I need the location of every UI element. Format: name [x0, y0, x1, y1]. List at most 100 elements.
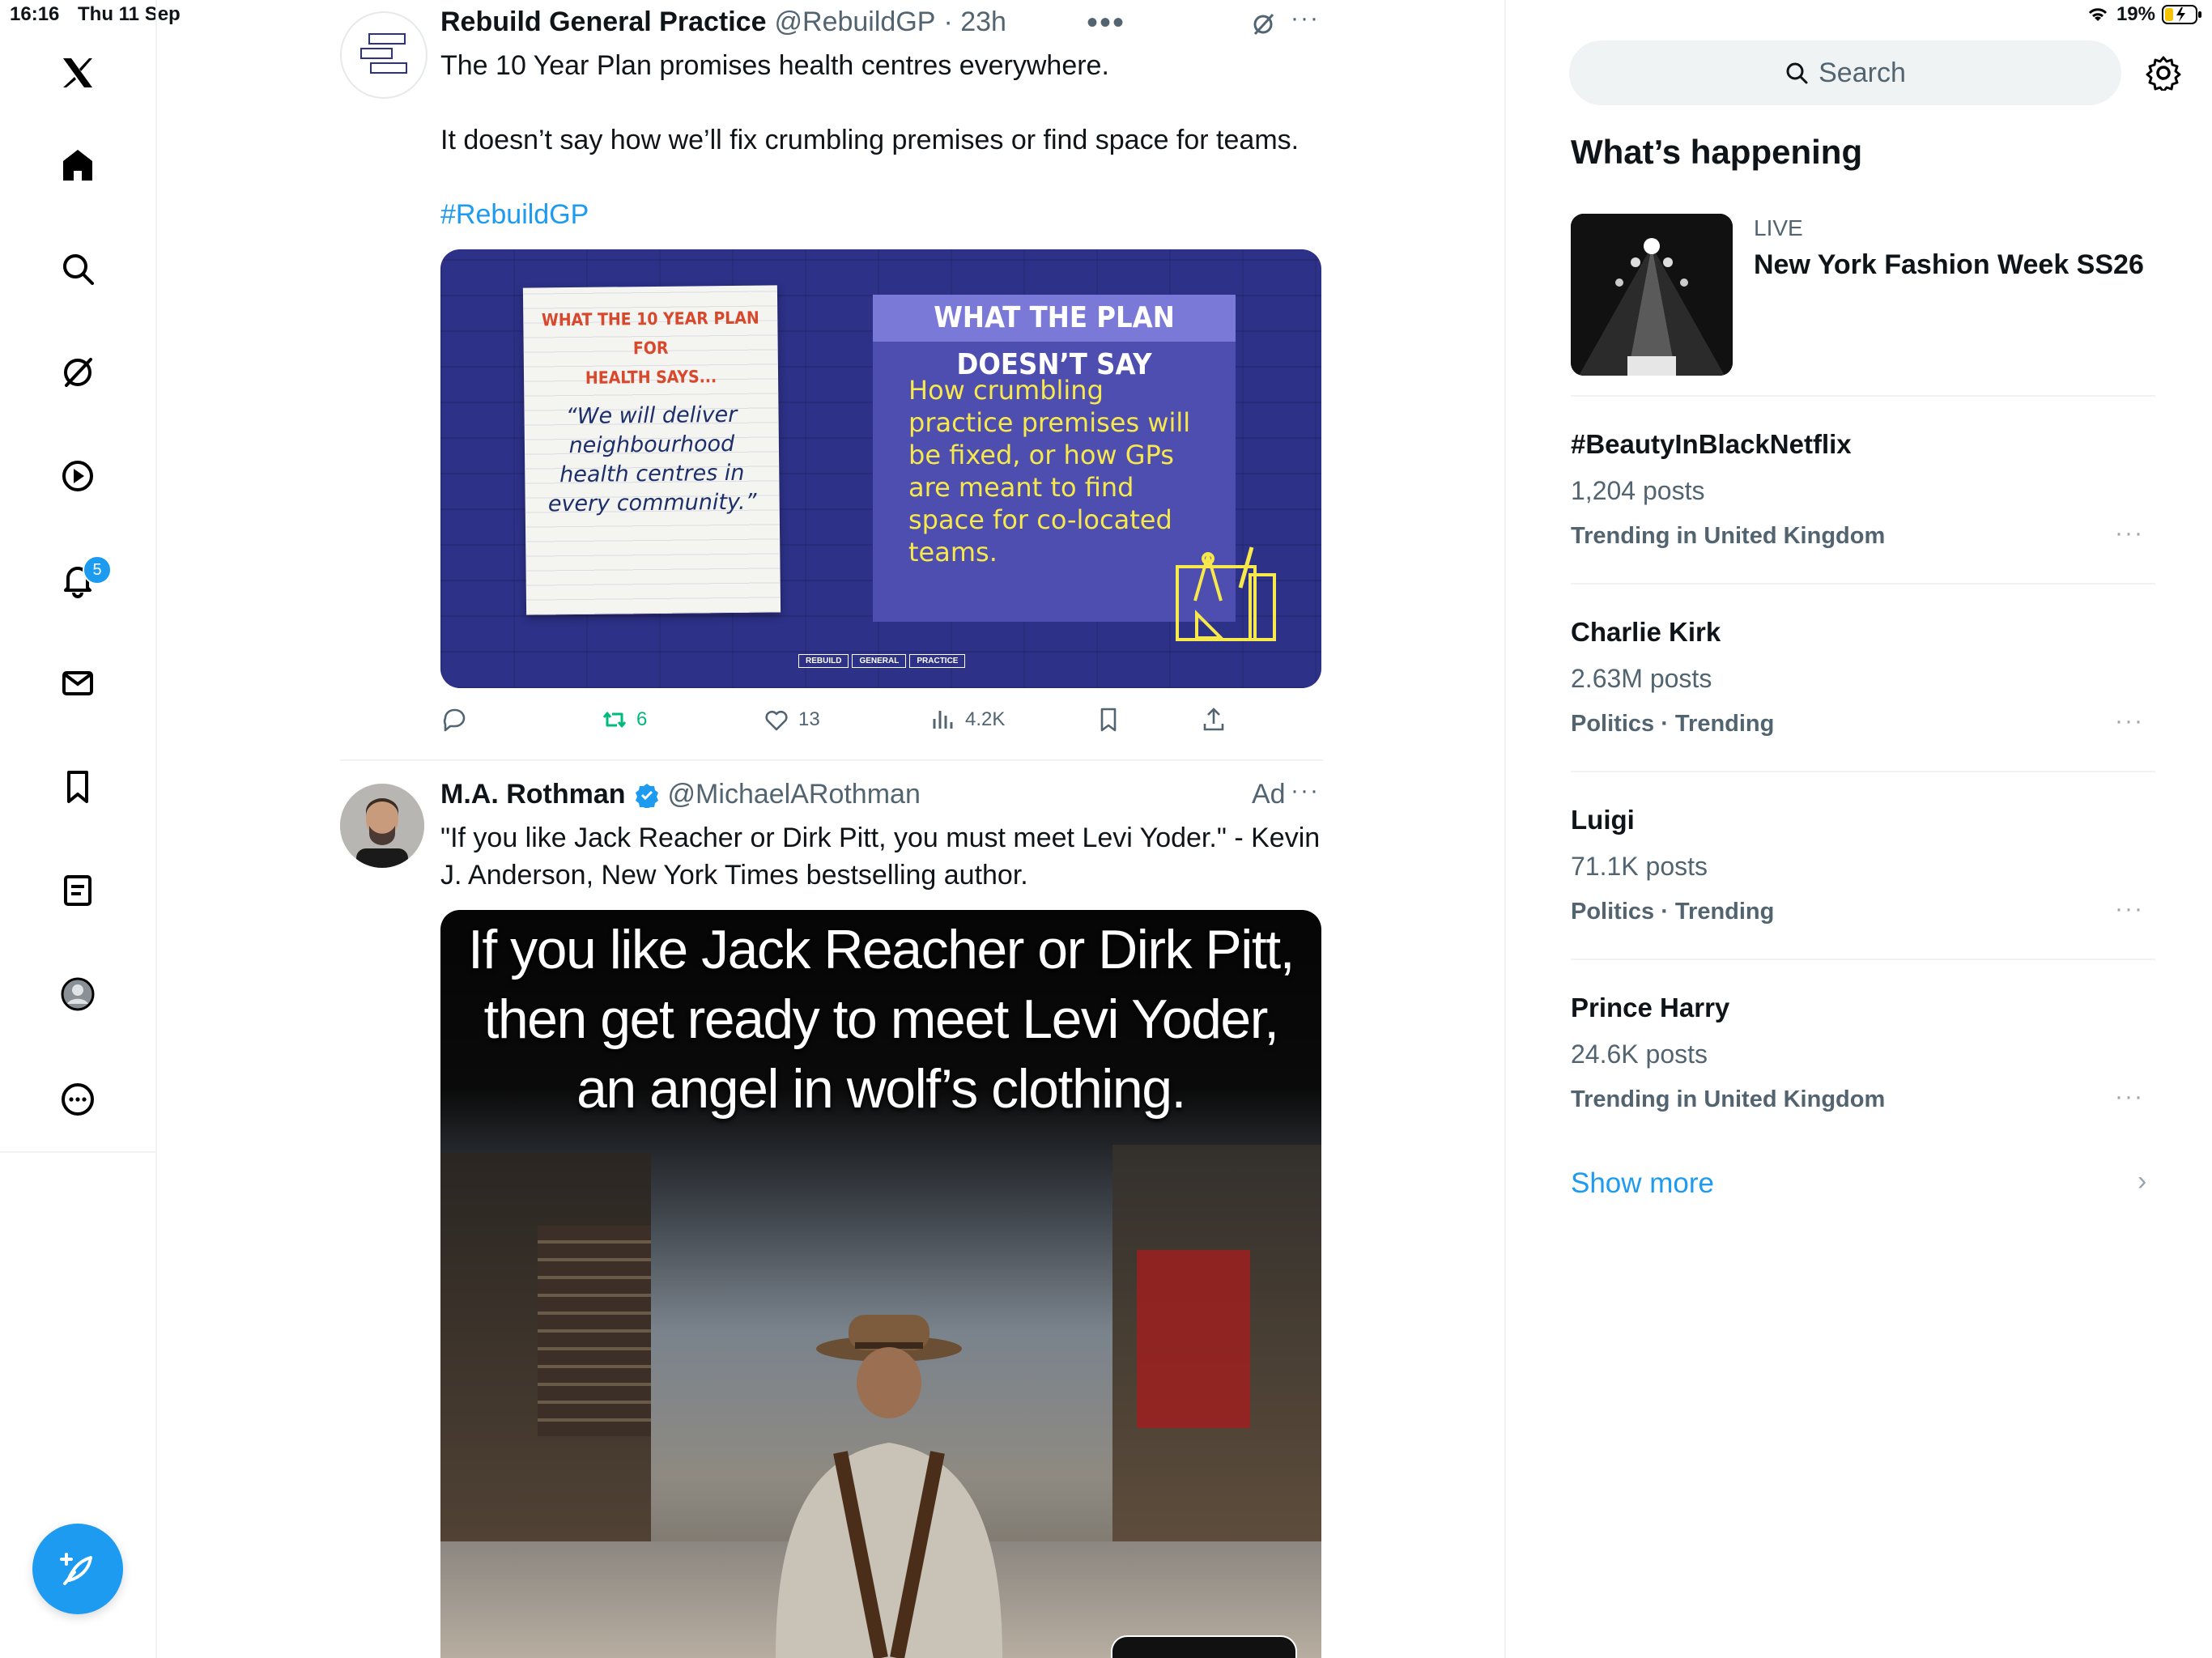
trend-count-3: 71.1K posts	[1571, 852, 1708, 881]
footer-word-3: PRACTICE	[909, 654, 966, 668]
note-paper: WHAT THE 10 YEAR PLAN FOR HEALTH SAYS...…	[522, 285, 781, 615]
note-quote-3: health centres in	[559, 460, 745, 488]
views-button[interactable]: 4.2K	[929, 706, 1005, 733]
whats-happening-heading: What’s happening	[1571, 133, 1863, 171]
runway-image	[1571, 214, 1733, 376]
panel-line-4: are meant to find	[908, 472, 1134, 503]
trend-meta-3: Politics · Trending	[1571, 899, 1775, 925]
timeline: ••• Rebuild General Practice @RebuildGP …	[157, 0, 1506, 1658]
blueprint-icon	[1176, 546, 1276, 641]
ad-image-line-3: an angel in wolf’s clothing.	[576, 1058, 1186, 1120]
views-count: 4.2K	[965, 708, 1006, 730]
live-event-title[interactable]: New York Fashion Week SS26	[1754, 249, 2144, 281]
show-more-link[interactable]: Show more	[1571, 1167, 1714, 1200]
tweet-rothman-ad[interactable]: M.A. Rothman @MichaelARothman Ad ··· "If…	[157, 763, 1504, 1658]
left-nav: 5	[0, 0, 157, 1658]
heart-icon	[765, 710, 788, 731]
lists-icon[interactable]	[52, 865, 104, 916]
trend-more-2[interactable]: ···	[2115, 708, 2144, 735]
trend-count-2: 2.63M posts	[1571, 664, 1712, 693]
trend-separator	[1571, 583, 2155, 585]
trend-name-4[interactable]: Prince Harry	[1571, 993, 1729, 1023]
tweet-author-handle[interactable]: @RebuildGP	[775, 6, 936, 38]
image-footer-logo: REBUILD GENERAL PRACTICE	[798, 654, 966, 668]
trend-separator	[1571, 959, 2155, 960]
retweet-button[interactable]: 6	[601, 706, 647, 733]
note-quote-2: neighbourhood	[568, 431, 735, 459]
share-icon	[1203, 708, 1224, 731]
rebuildgp-logo	[360, 33, 407, 74]
retweet-icon	[602, 712, 627, 728]
building-windows-left	[538, 1226, 651, 1436]
ad-more-dots[interactable]: ···	[1291, 777, 1320, 805]
bookmark-icon	[1100, 708, 1117, 732]
ad-author-name[interactable]: M.A. Rothman	[440, 779, 626, 810]
ad-text-line2: J. Anderson, New York Times bestselling …	[440, 860, 1028, 891]
home-icon[interactable]	[52, 139, 104, 191]
bookmark-button[interactable]	[1095, 706, 1122, 733]
grok-analyze-icon[interactable]	[1250, 11, 1276, 37]
grok-icon[interactable]	[52, 346, 104, 398]
like-count: 13	[798, 708, 820, 730]
compose-feather-icon	[60, 1553, 92, 1585]
avatar-rebuildgp[interactable]	[340, 11, 428, 99]
tweet-more-dots[interactable]: ···	[1291, 5, 1320, 32]
note-quote-1: “We will deliver	[565, 402, 738, 430]
more-icon[interactable]	[52, 1073, 104, 1125]
share-button[interactable]	[1200, 706, 1227, 733]
compose-button[interactable]	[32, 1524, 123, 1614]
search-icon	[1786, 62, 1808, 84]
trend-more-3[interactable]: ···	[2115, 895, 2144, 923]
views-icon	[933, 711, 953, 729]
footer-word-2: GENERAL	[852, 654, 907, 668]
verified-badge-icon	[635, 783, 658, 808]
note-quote-4: every community.”	[547, 489, 757, 517]
panel-line-1: How crumbling	[908, 375, 1104, 406]
note-title-1: WHAT THE 10 YEAR PLAN FOR	[541, 308, 759, 359]
tweet-text-line1: The 10 Year Plan promises health centres…	[440, 50, 1109, 81]
billboard-red	[1137, 1250, 1250, 1428]
tweet-text-line2: It doesn’t say how we’ll fix crumbling p…	[440, 125, 1300, 155]
status-right: 19%	[2086, 3, 2202, 26]
tweet-rebuildgp[interactable]: Rebuild General Practice @RebuildGP · 23…	[157, 0, 1504, 761]
reply-button[interactable]	[440, 706, 468, 733]
live-event-thumbnail[interactable]	[1571, 214, 1733, 376]
video-icon[interactable]	[52, 450, 104, 502]
trend-name-1[interactable]: #BeautyInBlackNetflix	[1571, 429, 1852, 460]
like-button[interactable]: 13	[763, 706, 820, 733]
avatar-photo	[340, 784, 424, 868]
messages-icon[interactable]	[52, 657, 104, 709]
search-icon[interactable]	[52, 243, 104, 295]
trend-meta-1: Trending in United Kingdom	[1571, 523, 1886, 549]
search-placeholder: Search	[1819, 57, 1906, 88]
panel-title: WHAT THE PLAN DOESN’T SAY	[873, 295, 1236, 381]
tweet-image[interactable]: WHAT THE 10 YEAR PLAN FOR HEALTH SAYS...…	[440, 249, 1321, 688]
ad-image-line-1: If you like Jack Reacher or Dirk Pitt,	[467, 919, 1295, 980]
footer-word-1: REBUILD	[798, 654, 849, 668]
ad-cta-button[interactable]	[1111, 1635, 1297, 1658]
tweet-timestamp[interactable]: · 23h	[943, 6, 1006, 38]
ad-image[interactable]: If you like Jack Reacher or Dirk Pitt, t…	[440, 910, 1321, 1658]
man-figure	[776, 1315, 1002, 1658]
trend-more-1[interactable]: ···	[2115, 520, 2144, 547]
tweet-author-name[interactable]: Rebuild General Practice	[440, 6, 767, 38]
gear-icon	[2146, 56, 2181, 91]
battery-icon	[2162, 5, 2201, 24]
ad-author-handle[interactable]: @MichaelARothman	[668, 779, 921, 810]
trend-more-4[interactable]: ···	[2115, 1083, 2144, 1111]
trend-name-3[interactable]: Luigi	[1571, 805, 1635, 835]
avatar-rothman[interactable]	[340, 784, 424, 868]
notifications-badge: 5	[83, 555, 112, 585]
profile-icon[interactable]	[52, 968, 104, 1020]
tweet-hashtag[interactable]: #RebuildGP	[440, 196, 589, 233]
trend-separator	[1571, 395, 2155, 397]
trend-name-2[interactable]: Charlie Kirk	[1571, 617, 1721, 648]
settings-button[interactable]	[2141, 50, 2186, 96]
trend-count-1: 1,204 posts	[1571, 476, 1705, 505]
trend-meta-2: Politics · Trending	[1571, 711, 1775, 737]
chevron-right-icon: ›	[2138, 1166, 2147, 1197]
search-bar[interactable]: Search	[1569, 40, 2121, 105]
bookmarks-icon[interactable]	[52, 761, 104, 813]
retweet-count: 6	[636, 708, 648, 730]
x-logo-icon[interactable]	[52, 47, 104, 99]
